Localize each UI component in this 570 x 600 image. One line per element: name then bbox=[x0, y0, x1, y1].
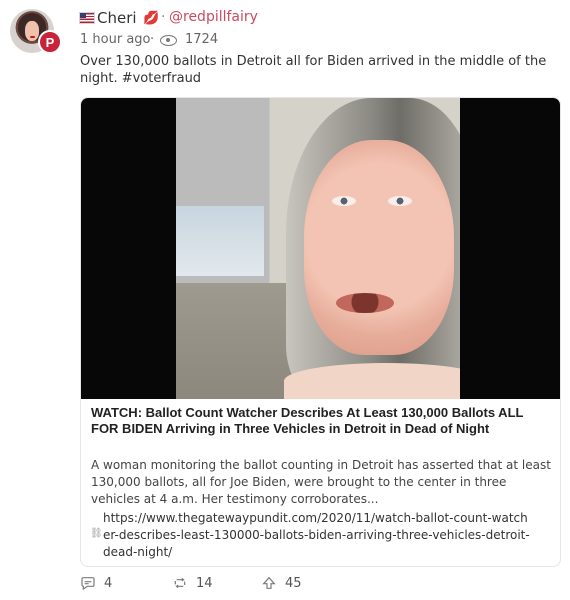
meta-separator: · bbox=[150, 32, 155, 47]
user-handle[interactable]: @redpillfairy bbox=[169, 9, 258, 25]
link-icon: ⛓ bbox=[90, 528, 103, 539]
upvote-count: 45 bbox=[285, 575, 302, 591]
person-right-eye bbox=[388, 196, 412, 206]
lips-icon: 💋 bbox=[143, 11, 160, 26]
separator-dot: · bbox=[161, 9, 166, 25]
comment-button[interactable]: 4 bbox=[80, 574, 112, 592]
echo-count: 14 bbox=[196, 575, 213, 591]
echo-button[interactable]: 14 bbox=[172, 574, 213, 592]
person-shoulders bbox=[284, 363, 460, 399]
display-name[interactable]: Cheri bbox=[97, 9, 137, 27]
comment-count: 4 bbox=[104, 575, 113, 591]
background-window bbox=[176, 206, 264, 276]
eye-icon bbox=[160, 35, 177, 46]
card-url[interactable]: https://www.thegatewaypundit.com/2020/11… bbox=[103, 510, 533, 561]
upvote-icon bbox=[262, 576, 276, 589]
person-mouth bbox=[336, 293, 394, 313]
post-header: Cheri 💋 · @redpillfairy bbox=[78, 9, 558, 31]
person-left-eye bbox=[332, 196, 356, 206]
person-face bbox=[304, 140, 454, 355]
us-flag-icon bbox=[79, 12, 95, 24]
comment-icon bbox=[81, 577, 95, 591]
video-thumbnail[interactable] bbox=[81, 98, 560, 399]
card-title[interactable]: WATCH: Ballot Count Watcher Describes At… bbox=[91, 405, 551, 437]
thumbnail-image bbox=[176, 98, 460, 399]
avatar-lips bbox=[30, 36, 35, 38]
upvote-button[interactable]: 45 bbox=[261, 574, 302, 592]
view-count: 1724 bbox=[185, 32, 219, 47]
platform-badge: P bbox=[38, 30, 62, 54]
link-preview-card[interactable]: WATCH: Ballot Count Watcher Describes At… bbox=[80, 97, 561, 567]
post-time: 1 hour ago bbox=[80, 32, 151, 47]
post-actions: 4 14 45 bbox=[80, 574, 320, 592]
avatar-face bbox=[25, 21, 39, 41]
post-text: Over 130,000 ballots in Detroit all for … bbox=[80, 54, 547, 86]
echo-icon bbox=[174, 577, 186, 589]
card-description: A woman monitoring the ballot counting i… bbox=[91, 458, 551, 506]
